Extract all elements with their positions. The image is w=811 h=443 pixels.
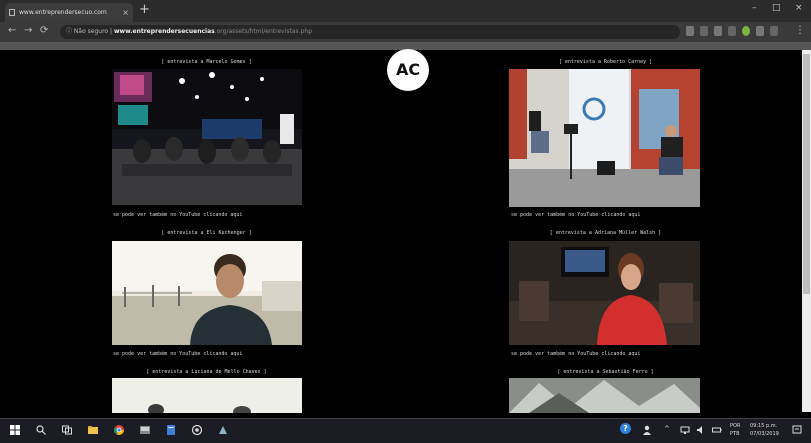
browser-toolbar: ← → ⟳ ⓘ Não seguro | www.entreprendersec… bbox=[0, 22, 811, 42]
chrome-icon[interactable] bbox=[114, 425, 124, 435]
browser-tab[interactable]: www.entreprendersecuo.com × bbox=[5, 3, 133, 22]
new-tab-button[interactable]: + bbox=[139, 2, 150, 17]
tray-arrow-icon[interactable]: ^ bbox=[664, 425, 670, 433]
browser-tab-bar: www.entreprendersecuo.com × + – □ × bbox=[0, 0, 811, 22]
clock-date[interactable]: 07/03/2019 bbox=[750, 431, 779, 437]
app-icon[interactable] bbox=[192, 425, 202, 435]
keyboard-language[interactable]: POR bbox=[730, 423, 740, 429]
interview-heading[interactable]: [ entrevista a Adriana Müller Walsh ] bbox=[509, 230, 702, 236]
minimize-icon[interactable]: – bbox=[752, 3, 757, 13]
clock-time[interactable]: 09:15 p.m. bbox=[750, 423, 777, 429]
help-icon[interactable]: ? bbox=[620, 423, 631, 434]
youtube-caption[interactable]: se pode ver também no YouTube clicando a… bbox=[511, 351, 640, 357]
address-path: .org/assets/html/entrevistas.php bbox=[214, 28, 312, 35]
windows-taskbar: ? ^ POR PTB 09:15 p.m. 07/03/2019 bbox=[0, 418, 811, 443]
extension-icon[interactable] bbox=[728, 26, 736, 36]
page-icon bbox=[9, 9, 15, 16]
address-separator: | bbox=[110, 28, 113, 35]
volume-icon[interactable] bbox=[696, 425, 706, 435]
address-domain: www.entreprendersecuencias bbox=[113, 28, 215, 35]
battery-icon[interactable] bbox=[712, 425, 722, 435]
network-icon[interactable] bbox=[680, 425, 690, 435]
ac-logo[interactable]: AC bbox=[387, 49, 429, 91]
extension-icon[interactable] bbox=[700, 26, 708, 36]
file-explorer-icon[interactable] bbox=[88, 425, 98, 435]
info-icon[interactable]: ⓘ bbox=[66, 28, 74, 35]
video-thumbnail[interactable] bbox=[112, 241, 302, 345]
video-thumbnail[interactable] bbox=[509, 241, 700, 345]
search-icon[interactable] bbox=[36, 425, 46, 435]
tab-title: www.entreprendersecuo.com bbox=[19, 9, 107, 16]
page-scrollbar[interactable] bbox=[802, 50, 811, 412]
keyboard-layout[interactable]: PTB bbox=[730, 431, 740, 437]
interview-heading[interactable]: [ entrevista a Roberto Carney ] bbox=[509, 59, 702, 65]
app-icon[interactable] bbox=[166, 425, 176, 435]
scrollbar-thumb[interactable] bbox=[803, 54, 810, 294]
forward-icon[interactable]: → bbox=[24, 25, 32, 36]
app-icon[interactable] bbox=[218, 425, 228, 435]
extension-icon[interactable] bbox=[770, 26, 778, 36]
interview-heading[interactable]: [ entrevista a Sebastião Ferro ] bbox=[509, 369, 702, 375]
extension-icon[interactable] bbox=[686, 26, 694, 36]
video-thumbnail[interactable] bbox=[509, 69, 700, 207]
people-icon[interactable] bbox=[642, 425, 652, 435]
address-bar[interactable]: ⓘ Não seguro | www.entreprendersecuencia… bbox=[60, 25, 680, 39]
extension-icon[interactable] bbox=[742, 26, 750, 36]
youtube-caption[interactable]: se pode ver também no YouTube clicando a… bbox=[113, 351, 242, 357]
notifications-icon[interactable] bbox=[792, 425, 802, 435]
youtube-caption[interactable]: se pode ver também no YouTube clicando a… bbox=[511, 212, 640, 218]
windows-start-icon[interactable] bbox=[10, 425, 20, 435]
app-icon[interactable] bbox=[140, 425, 150, 435]
task-view-icon[interactable] bbox=[62, 425, 72, 435]
menu-icon[interactable]: ⋮ bbox=[795, 25, 805, 36]
interview-heading[interactable]: [ entrevista a Eli Kuchenger ] bbox=[110, 230, 303, 236]
video-thumbnail[interactable] bbox=[112, 378, 302, 413]
youtube-caption[interactable]: se pode ver também no YouTube clicando a… bbox=[113, 212, 242, 218]
maximize-icon[interactable]: □ bbox=[772, 3, 781, 13]
security-label: Não seguro bbox=[73, 28, 109, 35]
close-tab-icon[interactable]: × bbox=[122, 3, 129, 22]
interview-heading[interactable]: [ entrevista a Luciana de Mello Chaves ] bbox=[110, 369, 303, 375]
reload-icon[interactable]: ⟳ bbox=[40, 25, 48, 36]
extension-icon[interactable] bbox=[756, 26, 764, 36]
extension-icon[interactable] bbox=[714, 26, 722, 36]
video-thumbnail[interactable] bbox=[509, 378, 700, 413]
close-window-icon[interactable]: × bbox=[795, 3, 803, 13]
interview-heading[interactable]: [ entrevista a Marcelo Gomes ] bbox=[110, 59, 303, 65]
video-thumbnail[interactable] bbox=[112, 69, 302, 205]
back-icon[interactable]: ← bbox=[8, 25, 16, 36]
